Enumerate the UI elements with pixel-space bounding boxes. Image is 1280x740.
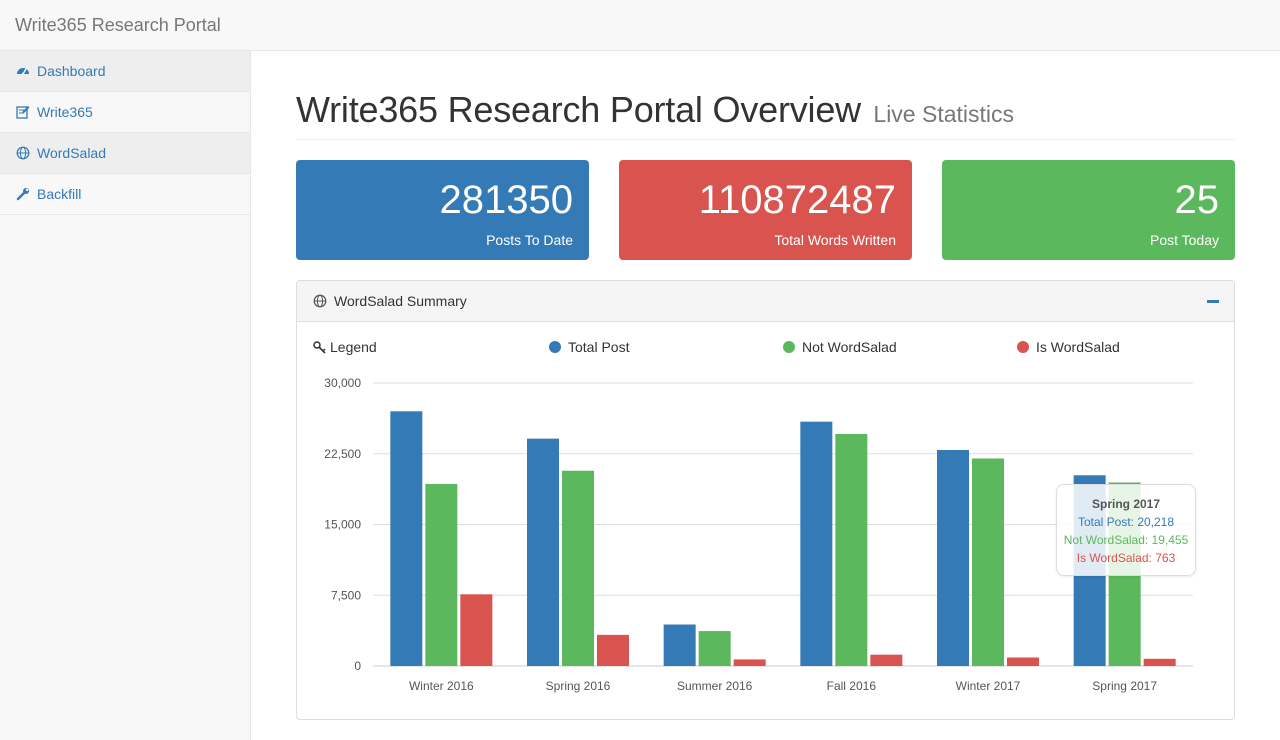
stat-value: 110872487 xyxy=(698,178,896,222)
bar xyxy=(972,458,1004,666)
key-icon xyxy=(313,340,327,354)
edit-icon xyxy=(16,105,30,119)
sidebar-item-label: Write365 xyxy=(37,104,93,120)
sidebar-item-wordsalad[interactable]: WordSalad xyxy=(0,133,250,174)
bar xyxy=(562,470,594,666)
legend-item-total-post[interactable]: Total Post xyxy=(549,339,629,355)
x-tick-label: Spring 2017 xyxy=(1092,679,1157,693)
tooltip-title: Spring 2017 xyxy=(1091,497,1161,511)
x-tick-label: Winter 2016 xyxy=(409,679,474,693)
bar xyxy=(733,659,766,666)
stat-label: Post Today xyxy=(1149,232,1219,248)
bar xyxy=(870,654,903,666)
bar xyxy=(390,411,423,666)
collapse-button[interactable] xyxy=(1206,293,1220,307)
legend-item-not-wordsalad[interactable]: Not WordSalad xyxy=(783,339,897,355)
stat-value: 281350 xyxy=(439,178,573,222)
legend-dot xyxy=(1017,341,1029,353)
bar xyxy=(800,421,833,666)
globe-icon xyxy=(313,294,327,308)
bar xyxy=(698,631,731,666)
x-tick-label: Fall 2016 xyxy=(827,679,877,693)
bar xyxy=(1007,657,1039,666)
tooltip-is-wordsalad: Is WordSalad: 763 xyxy=(1076,551,1176,565)
y-tick-label: 0 xyxy=(354,659,361,673)
main-content: Write365 Research Portal Overview Live S… xyxy=(251,51,1280,740)
y-tick-label: 7,500 xyxy=(331,588,361,602)
y-tick-label: 15,000 xyxy=(324,518,361,532)
wrench-icon xyxy=(16,187,30,201)
sidebar-item-backfill[interactable]: Backfill xyxy=(0,174,250,215)
sidebar-item-label: Dashboard xyxy=(37,63,106,79)
chart-tooltip: Spring 2017 Total Post: 20,218 Not WordS… xyxy=(1056,484,1196,576)
bar xyxy=(663,624,696,666)
legend-title: Legend xyxy=(313,339,377,355)
bar xyxy=(527,438,559,666)
panel-heading: WordSalad Summary xyxy=(297,281,1234,322)
stat-label: Posts To Date xyxy=(486,232,573,248)
legend-dot xyxy=(783,341,795,353)
legend-item-is-wordsalad[interactable]: Is WordSalad xyxy=(1017,339,1120,355)
sidebar-item-label: WordSalad xyxy=(37,145,107,161)
legend-dot xyxy=(549,341,561,353)
bar xyxy=(597,634,629,666)
legend-label: Total Post xyxy=(568,339,630,355)
x-tick-label: Summer 2016 xyxy=(677,679,753,693)
dashboard-icon xyxy=(16,64,30,78)
y-tick-label: 22,500 xyxy=(324,447,361,461)
tooltip-total-post: Total Post: 20,218 xyxy=(1077,515,1175,529)
wordsalad-summary-panel: WordSalad Summary Legend Total Post Not … xyxy=(296,280,1235,720)
sidebar-item-dashboard[interactable]: Dashboard xyxy=(0,51,250,92)
stat-posts-to-date: 281350 Posts To Date xyxy=(296,160,589,260)
y-tick-label: 30,000 xyxy=(324,376,361,390)
sidebar: Dashboard Write365 WordSalad Backfill xyxy=(0,51,251,740)
navbar-brand[interactable]: Write365 Research Portal xyxy=(15,15,221,36)
globe-icon xyxy=(16,146,30,160)
panel-title: WordSalad Summary xyxy=(334,293,467,309)
chart-legend: Legend Total Post Not WordSalad Is WordS… xyxy=(313,339,1213,359)
bar xyxy=(835,433,868,666)
bar xyxy=(1143,658,1176,666)
stat-label: Total Words Written xyxy=(774,232,896,248)
stat-post-today: 25 Post Today xyxy=(942,160,1235,260)
bar xyxy=(460,594,493,666)
sidebar-item-label: Backfill xyxy=(37,186,82,202)
legend-title-text: Legend xyxy=(330,339,377,355)
page-subtitle: Live Statistics xyxy=(873,101,1015,127)
legend-label: Not WordSalad xyxy=(802,339,897,355)
x-tick-label: Winter 2017 xyxy=(956,679,1021,693)
page-title: Write365 Research Portal Overview xyxy=(296,89,861,130)
bar xyxy=(425,483,458,666)
x-tick-label: Spring 2016 xyxy=(546,679,611,693)
sidebar-item-write365[interactable]: Write365 xyxy=(0,92,250,133)
bar xyxy=(937,449,969,666)
stat-value: 25 xyxy=(1174,178,1220,222)
top-navbar: Write365 Research Portal xyxy=(0,0,1280,51)
tooltip-not-wordsalad: Not WordSalad: 19,455 xyxy=(1063,533,1189,547)
legend-label: Is WordSalad xyxy=(1036,339,1120,355)
stat-total-words: 110872487 Total Words Written xyxy=(619,160,912,260)
page-header: Write365 Research Portal Overview Live S… xyxy=(296,89,1235,140)
